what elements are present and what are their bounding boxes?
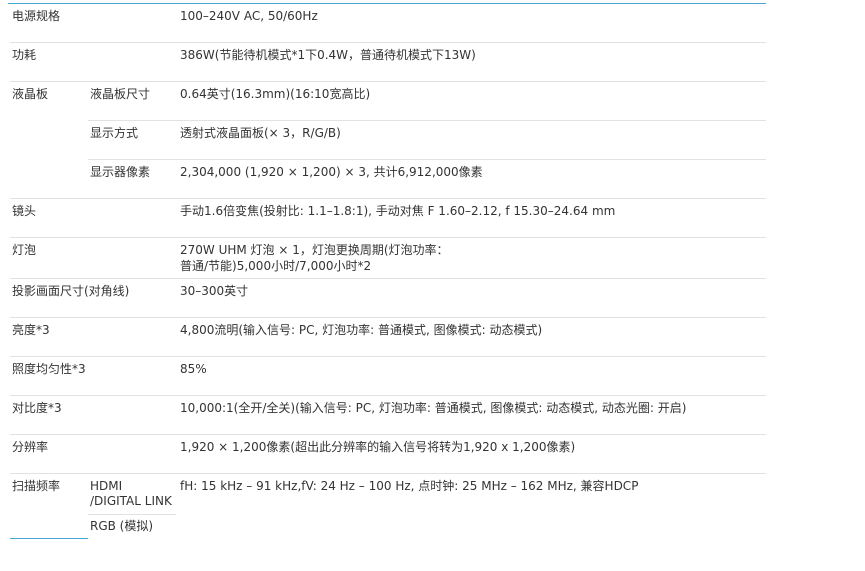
spec-value: 透射式液晶面板(× 3，R/G/B)	[180, 126, 341, 140]
spec-sublabel: 液晶板尺寸	[90, 87, 151, 101]
spec-subrow-lcd-size: 液晶板尺寸 0.64英寸(16.3mm)(16:10宽高比)	[88, 82, 766, 121]
spec-row-contrast: 对比度*3 10,000:1(全开/全关)(输入信号: PC, 灯泡功率: 普通…	[10, 396, 766, 435]
bottom-rule	[10, 538, 88, 539]
spec-row-power-consumption: 功耗 386W(节能待机模式*1下0.4W，普通待机模式下13W)	[10, 43, 766, 82]
spec-value-line1: 270W UHM 灯泡 × 1，灯泡更换周期(灯泡功率：	[180, 243, 449, 257]
spec-row-power-supply: 电源规格 100–240V AC, 50/60Hz	[10, 4, 766, 43]
spec-value: 100–240V AC, 50/60Hz	[180, 9, 318, 23]
spec-label: 亮度*3	[12, 323, 50, 337]
spec-subrow-lcd-display-method: 显示方式 透射式液晶面板(× 3，R/G/B)	[88, 121, 766, 160]
spec-label: 镜头	[12, 204, 37, 218]
spec-subrow-lcd-pixels: 显示器像素 2,304,000 (1,920 × 1,200) × 3, 共计6…	[10, 160, 766, 199]
spec-value: fH: 15 kHz – 91 kHz,fV: 24 Hz – 100 Hz, …	[180, 479, 639, 493]
spec-row-brightness: 亮度*3 4,800流明(输入信号: PC, 灯泡功率: 普通模式, 图像模式:…	[10, 318, 766, 357]
spec-value: 30–300英寸	[180, 284, 249, 298]
spec-label: 分辨率	[12, 440, 49, 454]
spec-row-screen-size: 投影画面尺寸(对角线) 30–300英寸	[10, 279, 766, 318]
spec-row-uniformity: 照度均匀性*3 85%	[10, 357, 766, 396]
spec-value: 10,000:1(全开/全关)(输入信号: PC, 灯泡功率: 普通模式, 图像…	[180, 401, 687, 415]
spec-label: 对比度*3	[12, 401, 62, 415]
spec-row-lamp: 灯泡 270W UHM 灯泡 × 1，灯泡更换周期(灯泡功率： 普通/节能)5,…	[10, 238, 766, 279]
spec-row-scan-frequency: 扫描频率 HDMI /DIGITAL LINK fH: 15 kHz – 91 …	[10, 474, 766, 540]
spec-sublabel: RGB (模拟)	[90, 519, 154, 533]
spec-label: 照度均匀性*3	[12, 362, 86, 376]
spec-sublabel: 显示方式	[90, 126, 139, 140]
spec-label: 功耗	[12, 48, 37, 62]
spec-sublabel: HDMI /DIGITAL LINK	[90, 479, 172, 508]
spec-value: 0.64英寸(16.3mm)(16:10宽高比)	[180, 87, 371, 101]
subrow-divider	[88, 514, 176, 515]
spec-sublabel: 显示器像素	[90, 165, 151, 179]
spec-value: 386W(节能待机模式*1下0.4W，普通待机模式下13W)	[180, 48, 476, 62]
spec-value: 2,304,000 (1,920 × 1,200) × 3, 共计6,912,0…	[180, 165, 483, 179]
spec-value: 4,800流明(输入信号: PC, 灯泡功率: 普通模式, 图像模式: 动态模式…	[180, 323, 543, 337]
spec-label: 投影画面尺寸(对角线)	[12, 284, 130, 298]
spec-value: 手动1.6倍变焦(投射比: 1.1–1.8:1), 手动对焦 F 1.60–2.…	[180, 204, 616, 218]
spec-label: 电源规格	[12, 9, 61, 23]
spec-label: 灯泡	[12, 243, 37, 257]
spec-label: 扫描频率	[12, 479, 61, 493]
spec-row-lens: 镜头 手动1.6倍变焦(投射比: 1.1–1.8:1), 手动对焦 F 1.60…	[10, 199, 766, 238]
spec-value: 85%	[180, 362, 207, 376]
spec-label: 液晶板	[12, 87, 49, 101]
spec-value: 1,920 × 1,200像素(超出此分辨率的输入信号将转为1,920 x 1,…	[180, 440, 576, 454]
spec-row-resolution: 分辨率 1,920 × 1,200像素(超出此分辨率的输入信号将转为1,920 …	[10, 435, 766, 474]
spec-value-line2: 普通/节能)5,000小时/7,000小时*2	[180, 259, 372, 273]
